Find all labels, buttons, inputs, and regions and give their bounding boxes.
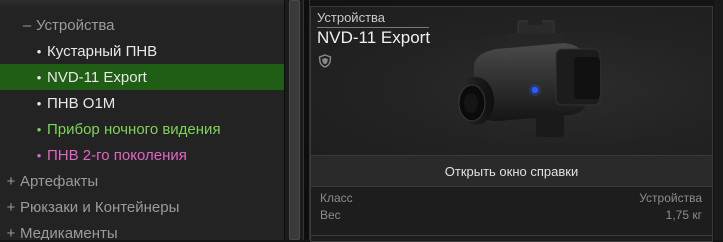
tree-item-pribor-nochnogo-videniya[interactable]: • Прибор ночного видения <box>0 116 284 142</box>
bullet-icon: • <box>36 43 42 59</box>
property-name: Вес <box>320 208 341 222</box>
tree-group-label: Медикаменты <box>20 224 118 241</box>
tree-item-label: Прибор ночного видения <box>47 120 221 138</box>
bullet-icon: • <box>36 147 42 163</box>
property-value: Устройства <box>639 191 702 205</box>
item-category: Устройства <box>317 10 429 28</box>
tree-group-medicine[interactable]: + Медикаменты <box>0 220 284 241</box>
card-scrollbar[interactable] <box>714 0 723 240</box>
tree-item-label: Кустарный ПНВ <box>47 42 158 60</box>
tree-group-label: Устройства <box>36 16 115 34</box>
tree-item-label: ПНВ 2-го поколения <box>47 146 187 164</box>
bullet-icon: • <box>36 95 42 111</box>
tree-item-kustarny-pnv[interactable]: • Кустарный ПНВ <box>0 38 284 64</box>
tree-scrollbar-thumb[interactable] <box>289 0 300 240</box>
property-row: Вес 1,75 кг <box>311 208 712 225</box>
tree-item-label: NVD-11 Export <box>47 68 147 86</box>
tree-group-label: Артефакты <box>20 172 99 190</box>
item-properties: Класс Устройства Вес 1,75 кг <box>311 191 712 225</box>
item-preview: Устройства NVD-11 Export <box>311 7 712 155</box>
card-divider <box>311 235 712 236</box>
expand-icon[interactable]: + <box>4 225 18 241</box>
item-title: NVD-11 Export <box>317 28 431 47</box>
tree-group-label: Рюкзаки и Контейнеры <box>20 198 180 216</box>
tree-group-devices[interactable]: – Устройства <box>0 12 284 38</box>
night-vision-device-image <box>458 13 601 137</box>
tree-group-backpacks[interactable]: + Рюкзаки и Контейнеры <box>0 194 284 220</box>
expand-icon[interactable]: + <box>4 173 18 190</box>
collapse-icon[interactable]: – <box>20 17 34 34</box>
tree-item-pnv-2-pokoleniya[interactable]: • ПНВ 2-го поколения <box>0 142 284 168</box>
panel-splitter[interactable] <box>303 0 310 240</box>
bullet-icon: • <box>36 121 42 137</box>
item-tree-panel: – Устройства • Кустарный ПНВ • NVD-11 Ex… <box>0 0 284 240</box>
property-row: Класс Устройства <box>311 191 712 208</box>
tree-item-label: ПНВ О1М <box>47 94 116 112</box>
property-name: Класс <box>320 191 353 205</box>
tree-scrollbar[interactable] <box>284 0 303 240</box>
tree-top-edge <box>0 0 284 8</box>
tree-item-nvd-11-export[interactable]: • NVD-11 Export <box>0 64 284 90</box>
shield-icon <box>318 54 332 68</box>
bullet-icon: • <box>36 69 42 85</box>
tree-group-artefacts[interactable]: + Артефакты <box>0 168 284 194</box>
expand-icon[interactable]: + <box>4 199 18 216</box>
item-info-card: Устройства NVD-11 Export Открыть окно сп… <box>310 6 713 242</box>
open-help-button[interactable]: Открыть окно справки <box>311 155 712 187</box>
property-value: 1,75 кг <box>665 208 702 222</box>
tree-item-pnv-o1m[interactable]: • ПНВ О1М <box>0 90 284 116</box>
